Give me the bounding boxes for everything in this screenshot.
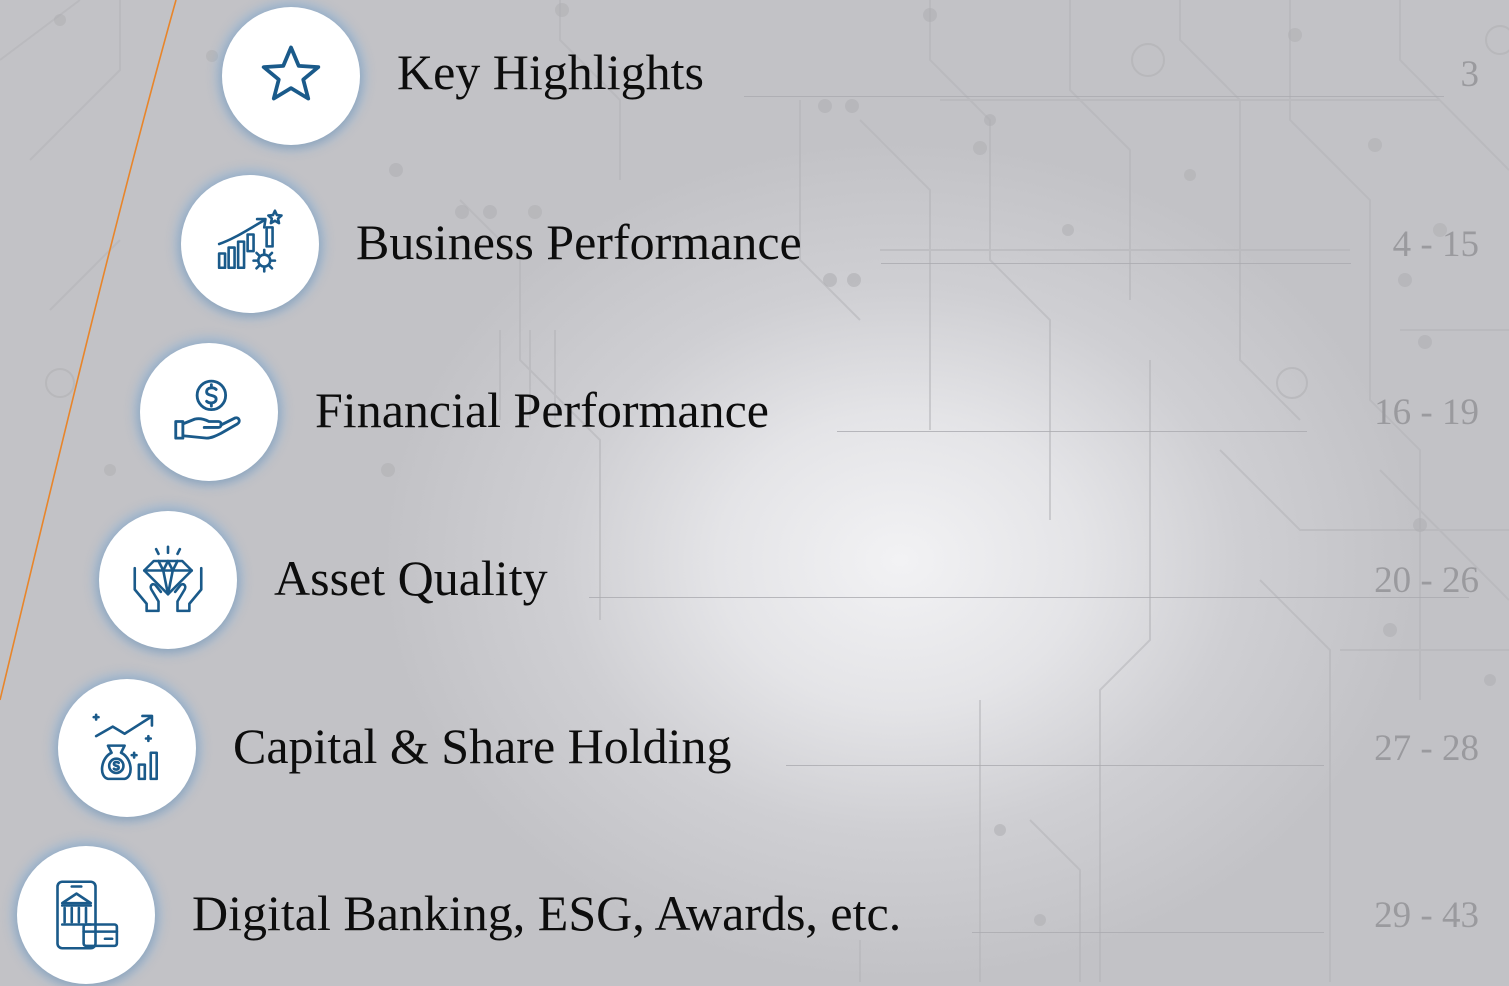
toc-item-digital-banking[interactable]: Digital Banking, ESG, Awards, etc. 29 - … [17, 846, 1509, 986]
toc-title: Business Performance [356, 214, 802, 270]
toc-item-key-highlights[interactable]: Key Highlights 3 [222, 7, 1509, 147]
toc-leader-line [589, 597, 1469, 598]
toc-page-number: 4 - 15 [1392, 224, 1479, 265]
growth-chart-gear-icon [217, 209, 283, 273]
toc-title: Asset Quality [274, 550, 548, 606]
mobile-bank-card-icon [56, 880, 119, 950]
hand-dollar-coin-icon [174, 379, 241, 440]
icon-badge [181, 175, 319, 313]
toc-title: Digital Banking, ESG, Awards, etc. [192, 885, 902, 941]
accent-line [0, 0, 177, 701]
toc-item-business-performance[interactable]: Business Performance 4 - 15 [181, 175, 1509, 315]
star-icon [261, 45, 321, 101]
toc-item-asset-quality[interactable]: Asset Quality 20 - 26 [99, 511, 1509, 651]
toc-page-number: 16 - 19 [1374, 392, 1479, 433]
circuit-background [0, 0, 1509, 982]
icon-badge [140, 343, 278, 481]
money-bag-growth-icon [92, 713, 158, 781]
toc-leader-line [972, 932, 1324, 933]
toc-leader-line [744, 96, 1444, 97]
icon-badge [58, 679, 196, 817]
toc-title: Capital & Share Holding [233, 718, 732, 774]
toc-title: Key Highlights [397, 44, 704, 100]
icon-badge [222, 7, 360, 145]
toc-page-number: 29 - 43 [1374, 895, 1479, 936]
toc-leader-line [881, 263, 1351, 264]
icon-badge [99, 511, 237, 649]
toc-page-number: 20 - 26 [1374, 560, 1479, 601]
toc-leader-line [837, 431, 1307, 432]
toc-page-number: 3 [1460, 54, 1480, 95]
hands-diamond-icon [133, 545, 203, 613]
toc-item-capital-share-holding[interactable]: Capital & Share Holding 27 - 28 [58, 679, 1509, 819]
toc-item-financial-performance[interactable]: Financial Performance 16 - 19 [140, 343, 1509, 483]
toc-title: Financial Performance [315, 382, 769, 438]
toc-page-number: 27 - 28 [1374, 728, 1479, 769]
icon-badge [17, 846, 155, 984]
toc-leader-line [786, 765, 1324, 766]
